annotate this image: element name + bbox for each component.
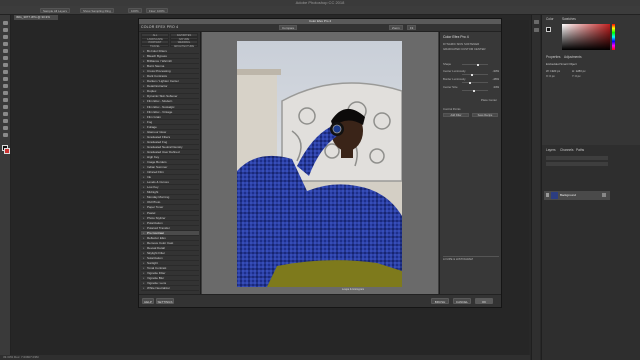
shape-slider[interactable]: [462, 63, 488, 66]
center-luminosity-slider[interactable]: [462, 73, 488, 76]
slider-value-border-lum: -46%: [492, 77, 499, 81]
dodge-tool-icon[interactable]: [3, 112, 8, 116]
lasso-tool-icon[interactable]: [3, 35, 8, 39]
loupe-label[interactable]: Loupe & Histogram: [342, 288, 364, 291]
type-tool-icon[interactable]: [3, 126, 8, 130]
y-value: Y: 0 px: [572, 74, 581, 78]
eye-icon[interactable]: [546, 193, 549, 197]
history-brush-icon[interactable]: [3, 84, 8, 88]
gradient-tool-icon[interactable]: [3, 98, 8, 102]
ok-button[interactable]: OK: [475, 298, 493, 304]
category-architecture[interactable]: ARCHITECTURE: [170, 43, 198, 48]
tab-layers[interactable]: Layers: [546, 148, 556, 152]
height-value: H: 1280 px: [572, 69, 586, 73]
save-recipe-button[interactable]: Save Recipe: [472, 113, 498, 117]
compare-button[interactable]: Compare: [279, 25, 298, 30]
layer-filter-bar[interactable]: [546, 156, 608, 160]
background-color-swatch[interactable]: [4, 148, 10, 154]
layers-panel: [542, 145, 640, 360]
tab-swatches[interactable]: Swatches: [562, 17, 576, 21]
pen-tool-icon[interactable]: [3, 119, 8, 123]
filter-list-panel: ALL FAVORITES LANDSCAPE NATURE PORTRAIT …: [139, 32, 201, 302]
clone-stamp-icon[interactable]: [3, 77, 8, 81]
dialog-footer: HELP SETTINGS BRUSH CANCEL OK: [139, 294, 501, 307]
dialog-toolbar: COLOR EFEX PRO 4 Compare Zoom Fit: [139, 24, 501, 32]
controls-panel: Color Efex Pro 4 DYNAMIC SKIN SOFTENER G…: [439, 32, 501, 294]
slider-label-border-lum: Border Luminosity: [443, 77, 466, 81]
eraser-tool-icon[interactable]: [3, 91, 8, 95]
quick-select-tool-icon[interactable]: [3, 42, 8, 46]
tab-adjustments[interactable]: Adjustments: [564, 55, 582, 59]
slider-knob[interactable]: [473, 89, 475, 92]
center-size-slider[interactable]: [462, 89, 488, 92]
color-picker-field[interactable]: [562, 24, 610, 50]
help-button[interactable]: HELP: [142, 298, 154, 304]
layer-name[interactable]: Background: [560, 193, 576, 197]
category-travel[interactable]: TRAVEL: [141, 43, 169, 48]
cancel-button[interactable]: CANCEL: [453, 298, 471, 304]
slider-knob[interactable]: [469, 81, 471, 84]
panel-icon-strip: [531, 15, 540, 360]
hue-slider[interactable]: [612, 24, 615, 50]
healing-brush-icon[interactable]: [3, 63, 8, 67]
slider-label-center-size: Center Size: [443, 85, 458, 89]
marquee-tool-icon[interactable]: [3, 28, 8, 32]
control-item-skin-softener[interactable]: DYNAMIC SKIN SOFTENER: [443, 42, 499, 46]
photo-preview: [237, 41, 402, 287]
slider-label-center-lum: Center Luminosity: [443, 69, 466, 73]
tools-panel: [0, 15, 11, 360]
slider-knob[interactable]: [477, 63, 479, 66]
loupe-histogram-header[interactable]: LOUPE & HISTOGRAM: [443, 256, 499, 261]
hand-tool-icon[interactable]: [3, 133, 8, 137]
category-grid: ALL FAVORITES LANDSCAPE NATURE PORTRAIT …: [141, 33, 199, 48]
zoom-button[interactable]: Zoom: [389, 25, 403, 30]
control-item-graduated[interactable]: GRADUATED CUSTOM CENTER: [443, 47, 499, 51]
width-value: W: 1920 px: [546, 69, 561, 73]
option-opacity[interactable]: 100%: [128, 8, 142, 13]
blend-mode-bar[interactable]: [546, 162, 608, 166]
eyedropper-tool-icon[interactable]: [3, 56, 8, 60]
lock-icon[interactable]: [602, 193, 606, 197]
crop-tool-icon[interactable]: [3, 49, 8, 53]
properties-panel-icon[interactable]: [534, 28, 539, 32]
layer-row[interactable]: Background: [544, 191, 610, 200]
brush-tool-icon[interactable]: [3, 70, 8, 74]
option-flow[interactable]: Flow: 100%: [146, 8, 168, 13]
option-sample-all-layers[interactable]: Sample All Layers: [40, 8, 71, 13]
right-panels: Color Swatches Properties Adjustments Em…: [541, 15, 640, 360]
control-points-label: Control Points: [443, 107, 461, 111]
slider-value-center-lum: -33%: [492, 69, 499, 73]
slider-value-center-size: 44%: [493, 85, 499, 89]
tab-channels[interactable]: Channels: [560, 148, 573, 152]
smart-object-label: Embedded Smart Object: [546, 62, 577, 66]
history-panel-icon[interactable]: [534, 20, 539, 24]
slider-knob[interactable]: [471, 73, 473, 76]
move-tool-icon[interactable]: [3, 21, 8, 25]
tab-properties[interactable]: Properties: [546, 55, 561, 59]
fit-button[interactable]: Fit: [407, 25, 417, 30]
color-efex-dialog: Color Efex Pro 4 COLOR EFEX PRO 4 Compar…: [138, 18, 502, 308]
brush-button[interactable]: BRUSH: [431, 298, 449, 304]
filter-item[interactable]: White Neutralizer: [141, 286, 199, 291]
foreground-swatch[interactable]: [546, 27, 551, 32]
place-center-button[interactable]: Place Center: [443, 98, 497, 102]
dialog-brand: COLOR EFEX PRO 4: [141, 25, 179, 29]
tab-color[interactable]: Color: [546, 17, 554, 21]
preview-area: Loupe & Histogram: [202, 32, 438, 294]
tab-paths[interactable]: Paths: [576, 148, 584, 152]
settings-button[interactable]: SETTINGS: [156, 298, 174, 304]
add-filter-button[interactable]: Add Filter: [443, 113, 469, 117]
controls-title: Color Efex Pro 4: [443, 35, 469, 39]
status-bar: 33.33% Doc: 7.03M/7.03M: [0, 355, 530, 360]
x-value: X: 0 px: [546, 74, 555, 78]
filter-list: Bi-Color FiltersBleach BypassBrilliance …: [141, 49, 199, 296]
options-bar: Sample All Layers Show Sampling Ring 100…: [0, 6, 640, 15]
option-sampling-ring[interactable]: Show Sampling Ring: [80, 8, 114, 13]
border-luminosity-slider[interactable]: [462, 81, 488, 84]
layer-thumbnail: [551, 192, 558, 199]
blur-tool-icon[interactable]: [3, 105, 8, 109]
